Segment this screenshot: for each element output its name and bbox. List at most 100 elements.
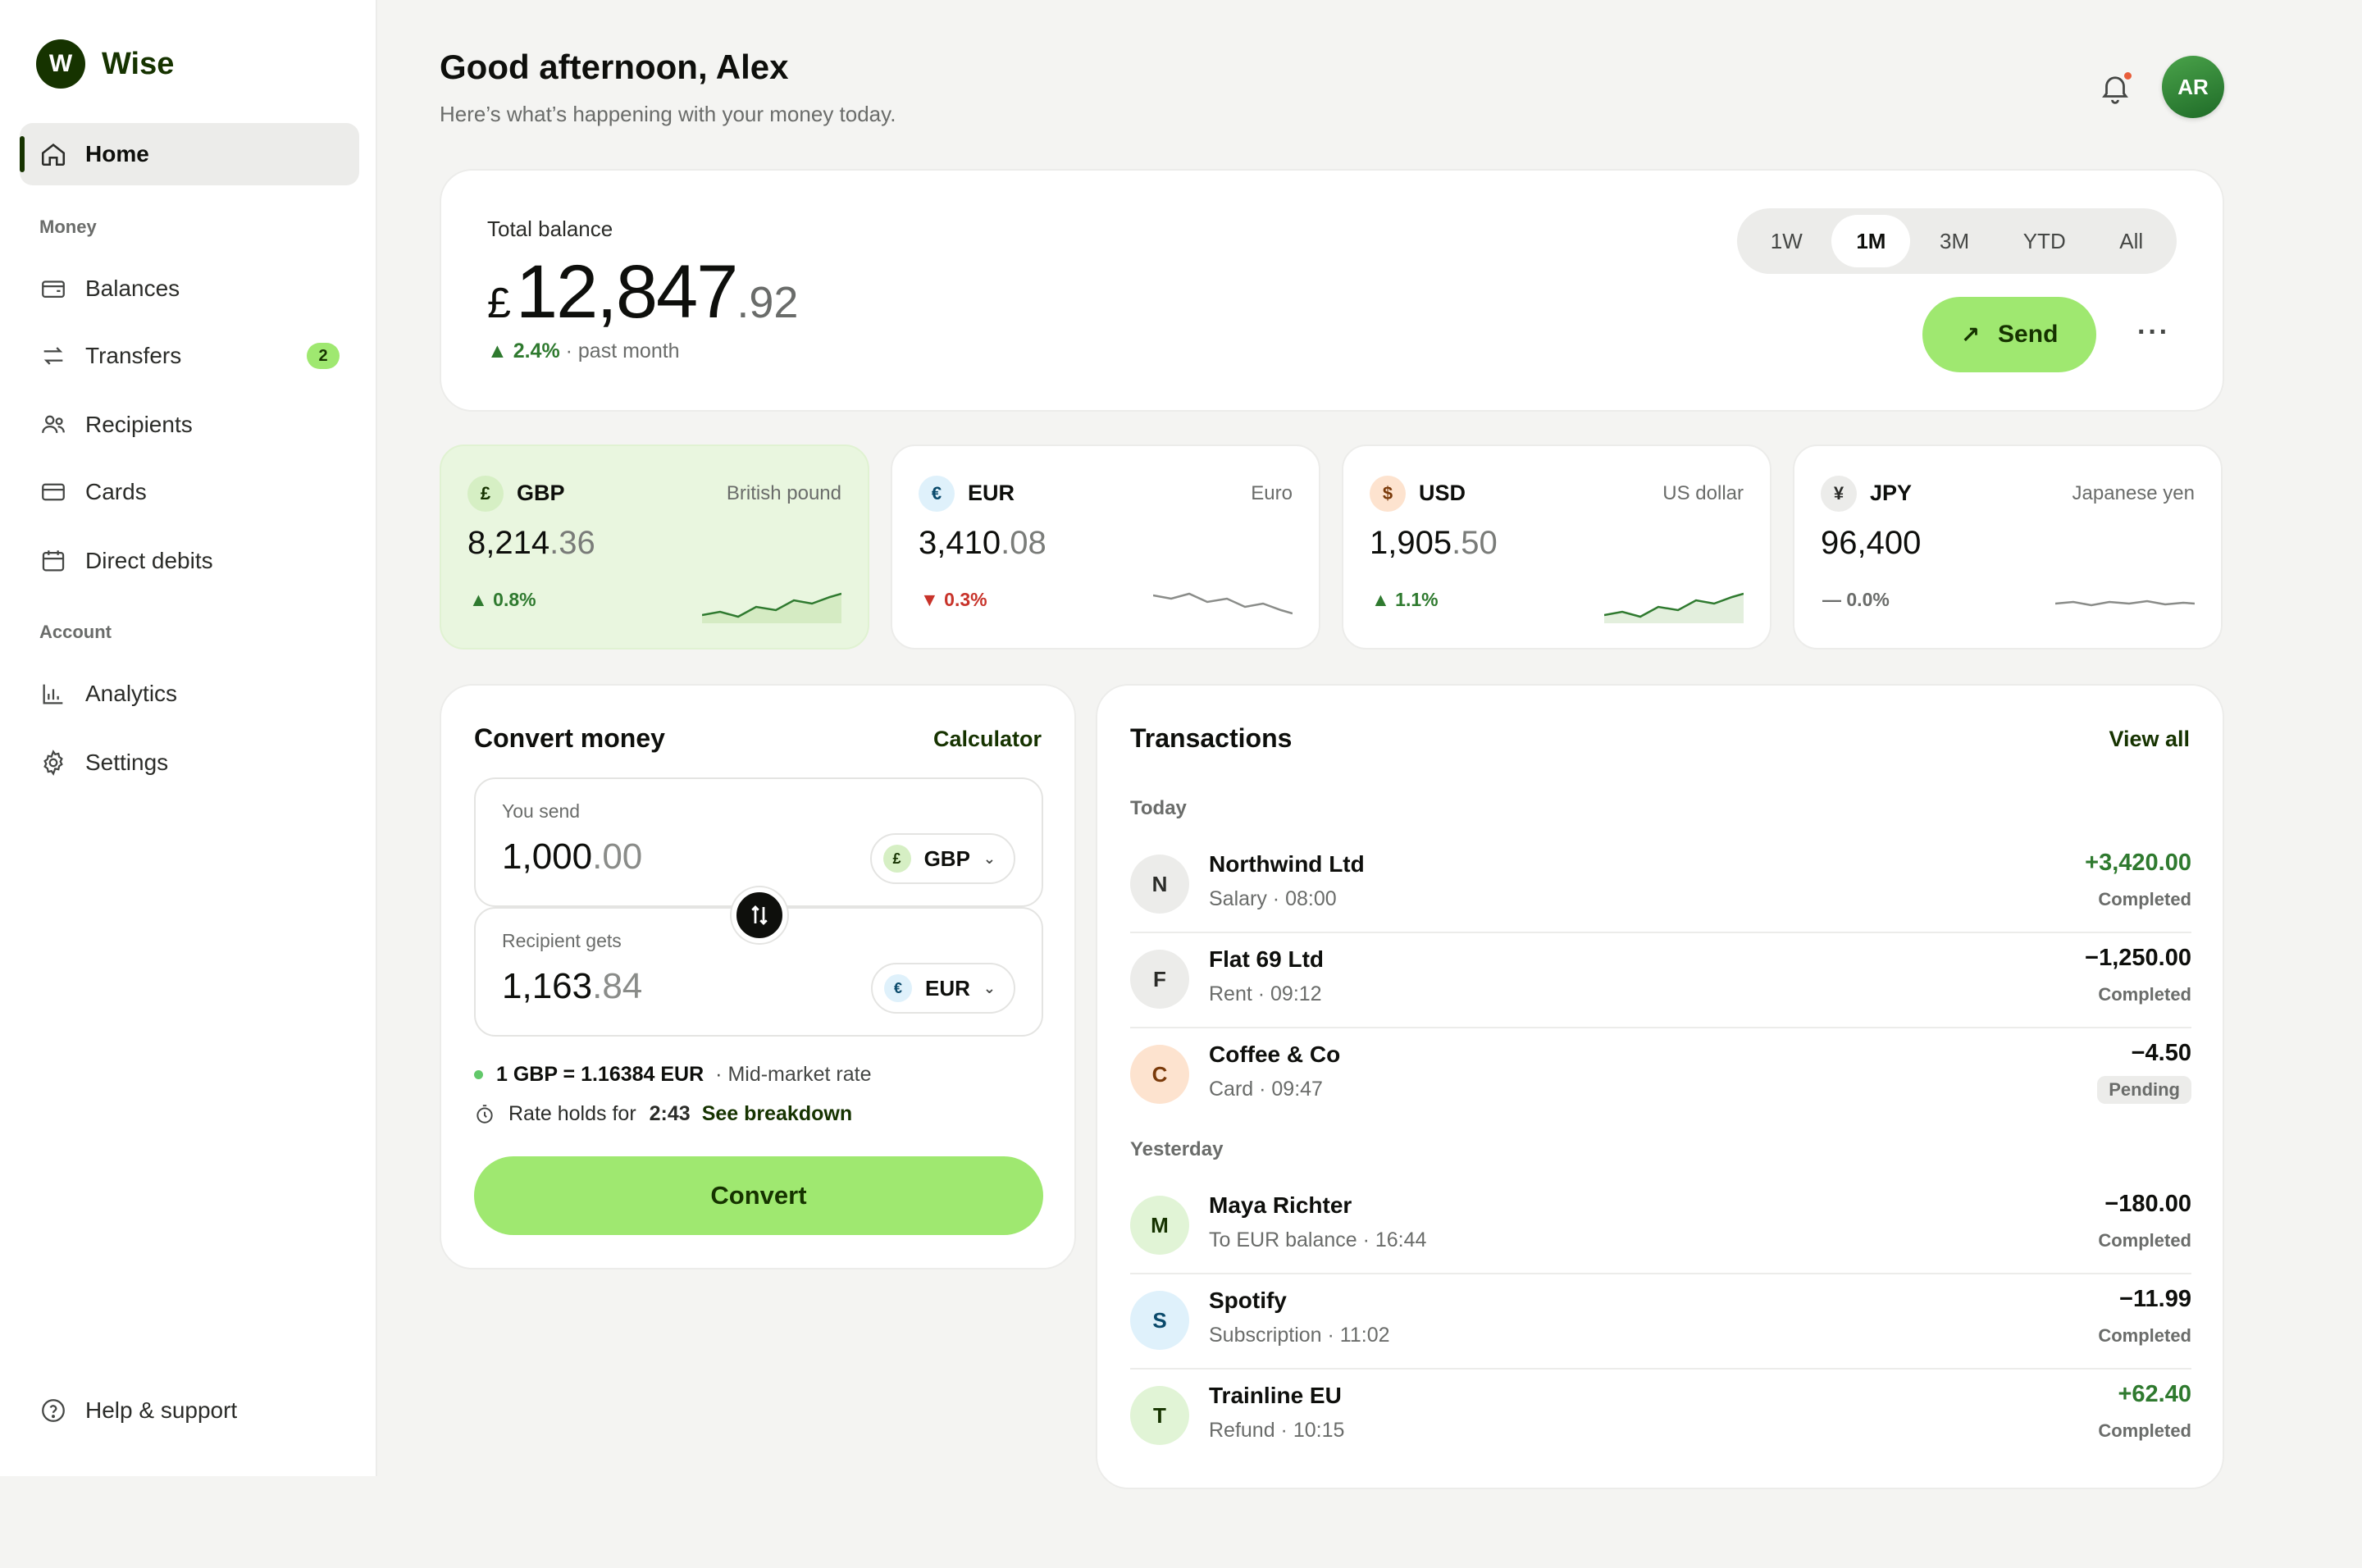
brand-logo[interactable]: W Wise xyxy=(36,39,174,89)
currency-card-eur[interactable]: € EUR Euro 3,410.08 ▼ 0.3% xyxy=(891,444,1320,650)
sidebar-item-cards[interactable]: Cards xyxy=(20,461,359,523)
brand-name: Wise xyxy=(102,46,175,81)
exchange-rate: 1 GBP = 1.16384 EUR · Mid-market rate xyxy=(474,1063,871,1087)
transaction-name: Flat 69 Ltd xyxy=(1209,946,1325,972)
live-rate-dot xyxy=(474,1070,483,1079)
balance-change-suffix: · past month xyxy=(565,340,680,362)
period-3m[interactable]: 3M xyxy=(1915,215,1994,267)
sidebar-item-help[interactable]: Help & support xyxy=(20,1379,359,1442)
view-all-link[interactable]: View all xyxy=(2109,727,2190,752)
period-1m[interactable]: 1M xyxy=(1831,215,1911,267)
group-today: Today xyxy=(1130,797,1187,819)
you-send-amount[interactable]: 1,000.00 xyxy=(502,836,642,877)
currency-change: — 0.0% xyxy=(1822,589,1890,610)
sidebar-item-recipients[interactable]: Recipients xyxy=(20,394,359,456)
calculator-link[interactable]: Calculator xyxy=(933,727,1042,752)
currency-code: JPY xyxy=(1870,481,1913,505)
sidebar-item-label: Direct debits xyxy=(85,548,213,573)
recipient-gets-amount[interactable]: 1,163.84 xyxy=(502,966,642,1007)
transaction-name: Maya Richter xyxy=(1209,1192,1352,1218)
period-ytd[interactable]: YTD xyxy=(1999,215,2091,267)
period-1w[interactable]: 1W xyxy=(1746,215,1827,267)
transaction-row[interactable]: S Spotify Subscription · 11:02 −11.99 Co… xyxy=(1130,1274,2191,1370)
transaction-row[interactable]: T Trainline EU Refund · 10:15 +62.40 Com… xyxy=(1130,1370,2191,1465)
transaction-name: Spotify xyxy=(1209,1288,1287,1313)
page-subtitle: Here’s what’s happening with your money … xyxy=(440,102,896,126)
page-title: Good afternoon, Alex xyxy=(440,48,789,86)
currency-amount: 96,400 xyxy=(1821,525,1921,562)
rate-note: · Mid-market rate xyxy=(715,1063,872,1086)
rate-hold-label: Rate holds for xyxy=(508,1102,636,1125)
swap-icon xyxy=(751,905,768,925)
status-text: Completed xyxy=(2098,1420,2191,1441)
transaction-detail: Salary · 08:00 xyxy=(1209,887,1337,910)
send-button[interactable]: ↗ Send xyxy=(1922,297,2096,372)
transaction-avatar: S xyxy=(1130,1291,1189,1350)
currency-amount-decimal: .08 xyxy=(1001,525,1046,561)
status-badge: Pending xyxy=(2097,1076,2191,1104)
transaction-amount: −180.00 xyxy=(2104,1191,2191,1217)
status-text: Completed xyxy=(2098,1230,2191,1251)
transaction-detail: Rent · 09:12 xyxy=(1209,982,1322,1005)
sidebar-item-label: Analytics xyxy=(85,681,178,706)
transaction-detail: To EUR balance · 16:44 xyxy=(1209,1228,1427,1251)
eur-flag-icon: € xyxy=(884,974,912,1002)
transaction-avatar: M xyxy=(1130,1196,1189,1255)
transaction-row[interactable]: F Flat 69 Ltd Rent · 09:12 −1,250.00 Com… xyxy=(1130,933,2191,1028)
send-button-label: Send xyxy=(1998,321,2059,348)
convert-card: Convert money Calculator You send 1,000.… xyxy=(440,684,1076,1269)
active-indicator xyxy=(20,136,25,172)
recipient-gets-decimal: .84 xyxy=(592,966,643,1006)
send-currency-select[interactable]: £ GBP ⌄ xyxy=(869,833,1015,884)
currency-amount-integer: 3,410 xyxy=(919,525,1001,561)
receive-currency-select[interactable]: € EUR ⌄ xyxy=(871,963,1015,1014)
sidebar-item-analytics[interactable]: Analytics xyxy=(20,663,359,725)
period-all[interactable]: All xyxy=(2095,215,2168,267)
sidebar-item-home[interactable]: Home xyxy=(20,123,359,185)
sparkline xyxy=(702,592,841,623)
notification-dot xyxy=(2124,72,2132,80)
status-text: Completed xyxy=(2098,889,2191,909)
chart-icon xyxy=(43,684,63,704)
currency-card-gbp[interactable]: £ GBP British pound 8,214.36 ▲ 0.8% xyxy=(440,444,869,650)
sidebar-item-label: Recipients xyxy=(85,412,193,437)
sidebar-item-transfers[interactable]: Transfers 2 xyxy=(20,325,359,387)
currency-name: British pound xyxy=(726,482,841,504)
transactions-title: Transactions xyxy=(1130,723,1293,753)
timer-icon xyxy=(477,1104,493,1124)
transaction-name: Northwind Ltd xyxy=(1209,851,1365,877)
swap-currencies-button[interactable] xyxy=(732,887,787,943)
chevron-down-icon: ⌄ xyxy=(983,850,996,867)
sidebar-section-account: Account xyxy=(39,622,112,642)
sidebar-item-label: Help & support xyxy=(85,1397,238,1423)
currency-card-usd[interactable]: $ USD US dollar 1,905.50 ▲ 1.1% xyxy=(1342,444,1772,650)
currency-amount: 8,214.36 xyxy=(467,525,595,562)
receive-currency-code: EUR xyxy=(925,975,970,1001)
transaction-amount: −11.99 xyxy=(2119,1286,2191,1312)
transaction-amount: −4.50 xyxy=(2131,1040,2191,1066)
transaction-row[interactable]: N Northwind Ltd Salary · 08:00 +3,420.00… xyxy=(1130,838,2191,933)
sidebar-item-balances[interactable]: Balances xyxy=(20,258,359,320)
see-breakdown-link[interactable]: See breakdown xyxy=(702,1102,852,1126)
sidebar-item-direct-debits[interactable]: Direct debits xyxy=(20,530,359,592)
currency-amount-integer: 96,400 xyxy=(1821,525,1922,561)
currency-card-jpy[interactable]: ¥ JPY Japanese yen 96,400 — 0.0% xyxy=(1793,444,2223,650)
transaction-avatar: N xyxy=(1130,855,1189,914)
currency-name: US dollar xyxy=(1662,482,1744,504)
gbp-flag-icon: £ xyxy=(467,476,504,512)
sidebar-item-settings[interactable]: Settings xyxy=(20,732,359,794)
transaction-amount: −1,250.00 xyxy=(2085,945,2191,971)
more-icon[interactable]: ··· xyxy=(2137,317,2170,349)
transaction-row[interactable]: C Coffee & Co Card · 09:47 −4.50 Pending xyxy=(1130,1028,2191,1124)
transaction-avatar: C xyxy=(1130,1045,1189,1104)
convert-button[interactable]: Convert xyxy=(474,1156,1043,1235)
rate-hold: Rate holds for 2:43 See breakdown xyxy=(474,1102,852,1126)
avatar[interactable]: AR xyxy=(2162,56,2224,118)
transaction-detail: Card · 09:47 xyxy=(1209,1078,1323,1101)
sidebar-item-label: Settings xyxy=(85,750,169,775)
gear-icon xyxy=(43,750,63,776)
gbp-flag-icon: £ xyxy=(882,845,911,873)
transaction-row[interactable]: M Maya Richter To EUR balance · 16:44 −1… xyxy=(1130,1179,2191,1274)
currency-code: GBP xyxy=(517,481,565,505)
usd-flag-icon: $ xyxy=(1370,476,1406,512)
